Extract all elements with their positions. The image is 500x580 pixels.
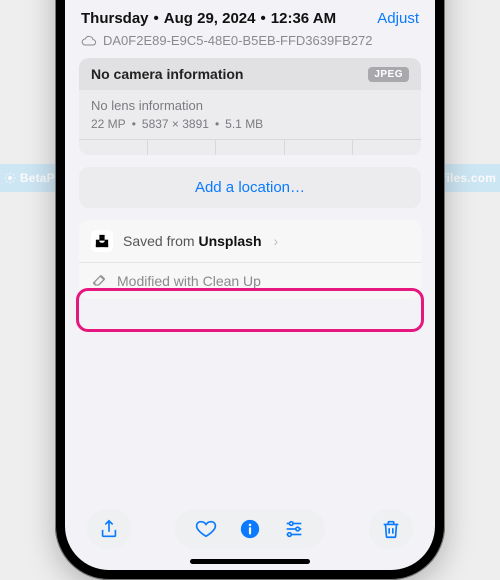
sliders-icon[interactable] bbox=[283, 518, 305, 540]
filename-row: DA0F2E89-E9C5-48E0-B5EB-FFD3639FB272 bbox=[79, 31, 421, 58]
screen: Thursday • Aug 29, 2024 • 12:36 AM Adjus… bbox=[65, 0, 435, 570]
phone-frame: Thursday • Aug 29, 2024 • 12:36 AM Adjus… bbox=[55, 0, 445, 580]
unsplash-icon bbox=[91, 230, 113, 252]
info-header: Thursday • Aug 29, 2024 • 12:36 AM Adjus… bbox=[79, 10, 421, 31]
cloud-icon bbox=[81, 35, 97, 47]
source-card: Saved from Unsplash › Modified with Clea… bbox=[79, 220, 421, 299]
add-location-button[interactable]: Add a location… bbox=[79, 167, 421, 208]
exif-empty-row bbox=[79, 139, 421, 155]
weekday: Thursday bbox=[81, 10, 149, 27]
no-lens-label: No lens information bbox=[91, 98, 409, 113]
filename: DA0F2E89-E9C5-48E0-B5EB-FFD3639FB272 bbox=[103, 33, 373, 48]
delete-button[interactable] bbox=[369, 509, 413, 549]
center-actions bbox=[175, 509, 325, 549]
share-icon bbox=[98, 518, 120, 540]
image-meta: 22 MP • 5837 × 3891 • 5.1 MB bbox=[91, 117, 409, 131]
modified-label: Modified with Clean Up bbox=[117, 273, 261, 289]
eraser-icon bbox=[91, 273, 107, 289]
format-badge: JPEG bbox=[368, 67, 409, 82]
adjust-button[interactable]: Adjust bbox=[377, 10, 419, 27]
no-camera-label: No camera information bbox=[91, 66, 243, 82]
heart-icon[interactable] bbox=[195, 518, 217, 540]
filesize: 5.1 MB bbox=[225, 117, 263, 131]
megapixels: 22 MP bbox=[91, 117, 126, 131]
modified-row: Modified with Clean Up bbox=[79, 262, 421, 299]
camera-info-card: No camera information JPEG No lens infor… bbox=[79, 58, 421, 155]
date: Aug 29, 2024 bbox=[164, 10, 256, 27]
bottom-toolbar bbox=[65, 502, 435, 556]
date-time: Thursday • Aug 29, 2024 • 12:36 AM bbox=[81, 10, 336, 27]
trash-icon bbox=[380, 518, 402, 540]
home-indicator[interactable] bbox=[190, 559, 310, 564]
share-button[interactable] bbox=[87, 509, 131, 549]
time: 12:36 AM bbox=[271, 10, 336, 27]
info-icon[interactable] bbox=[239, 518, 261, 540]
saved-from-row[interactable]: Saved from Unsplash › bbox=[79, 220, 421, 262]
saved-from-text: Saved from Unsplash bbox=[123, 233, 262, 249]
chevron-right-icon: › bbox=[274, 233, 279, 249]
dimensions: 5837 × 3891 bbox=[142, 117, 209, 131]
